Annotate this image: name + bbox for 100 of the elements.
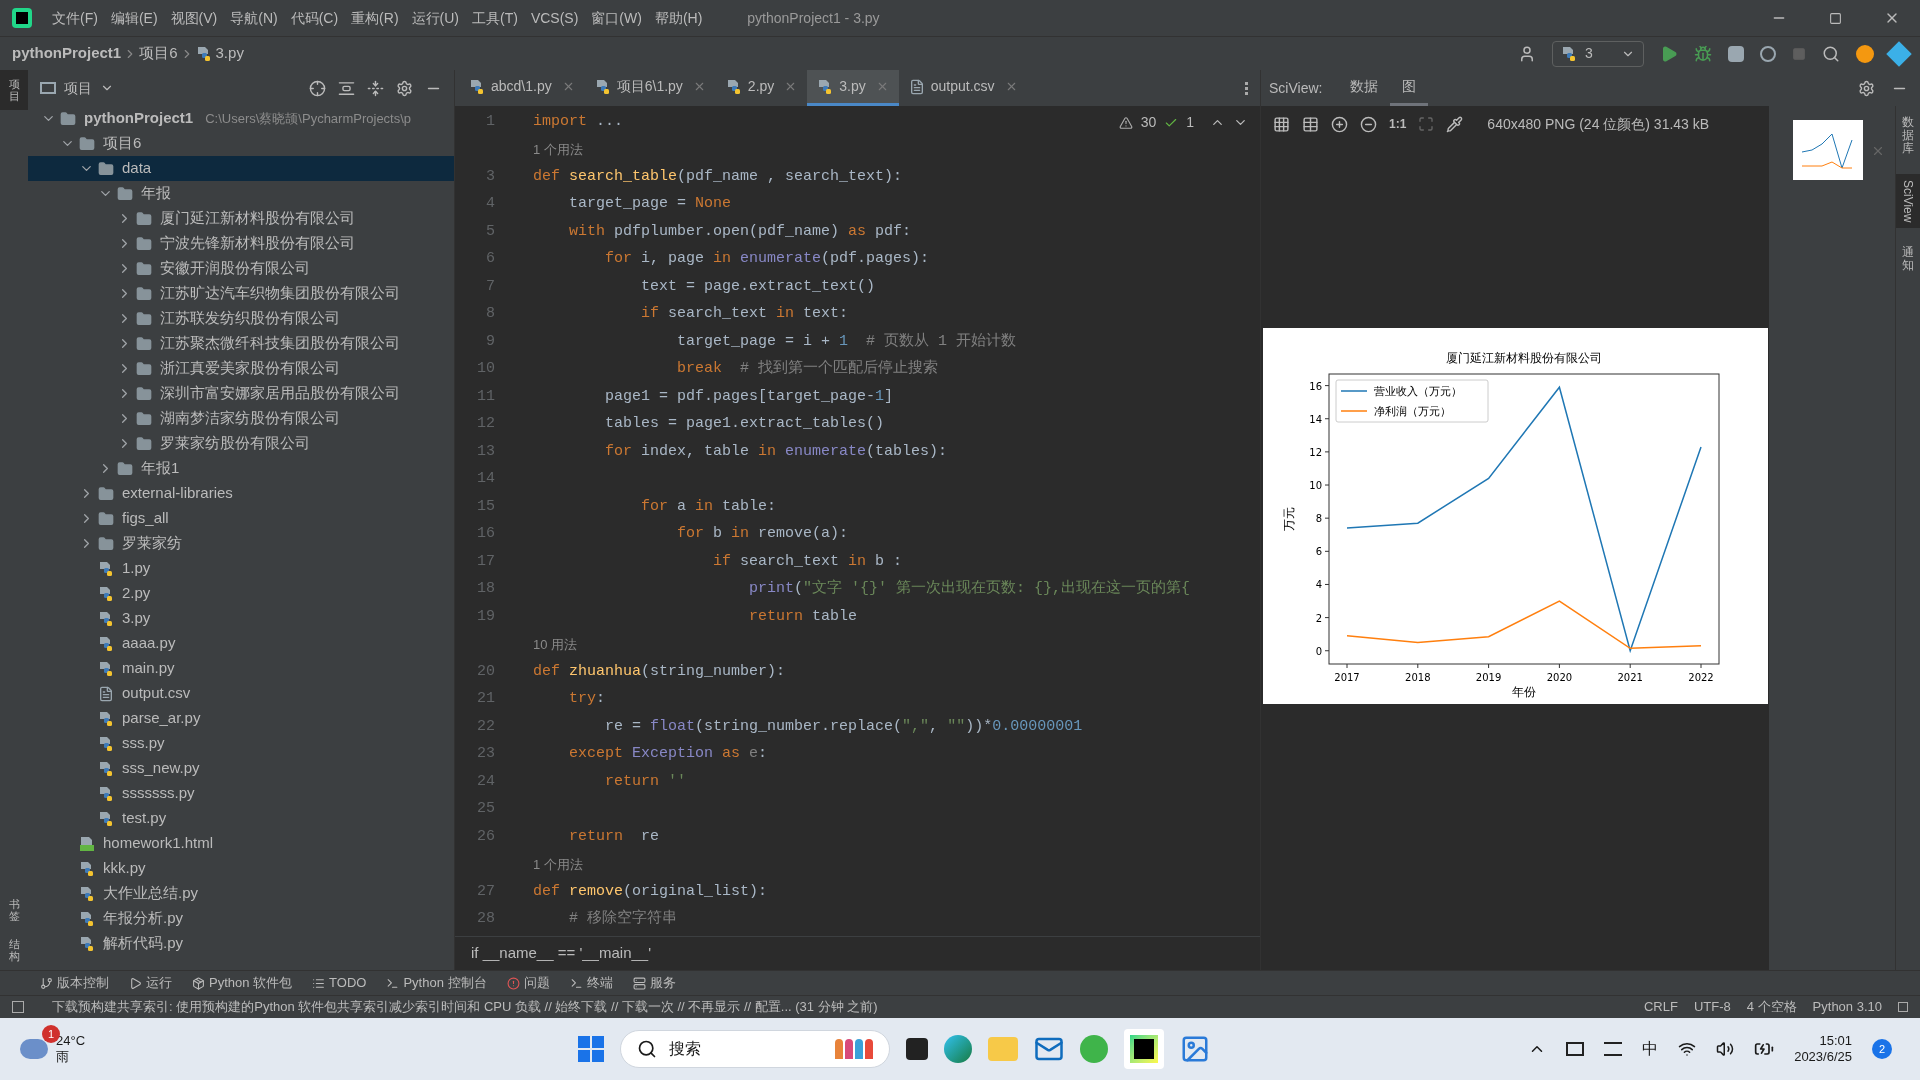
tree-item[interactable]: parse_ar.py <box>28 706 454 731</box>
menu-item[interactable]: 编辑(E) <box>110 7 158 29</box>
coverage-icon[interactable] <box>1728 45 1744 62</box>
tool-window-button[interactable]: 服务 <box>649 973 676 993</box>
status-item[interactable]: Python 3.10 <box>1812 997 1882 1017</box>
locate-icon[interactable] <box>309 79 326 97</box>
notification-badge[interactable]: 2 <box>1872 1039 1892 1059</box>
tool-window-icon[interactable] <box>40 976 53 990</box>
tool-window-tab[interactable]: SciView <box>1896 173 1920 229</box>
breadcrumb-item[interactable]: 项目6 <box>139 42 178 65</box>
status-item[interactable]: CRLF <box>1643 997 1678 1017</box>
browser-icon[interactable] <box>944 1035 973 1063</box>
settings-icon[interactable] <box>1858 79 1875 97</box>
run-icon[interactable] <box>1660 44 1678 63</box>
status-item[interactable]: UTF-8 <box>1693 997 1731 1017</box>
panel-title[interactable]: 项目 <box>64 77 92 99</box>
tray-app-icon[interactable] <box>1604 1042 1623 1056</box>
tray-app-icon[interactable] <box>1566 1042 1585 1056</box>
tree-item[interactable]: 江苏联发纺织股份有限公司 <box>28 306 454 331</box>
breadcrumb-item[interactable]: pythonProject1 <box>12 42 122 65</box>
settings-icon[interactable] <box>396 79 413 97</box>
usage-hint[interactable]: 1 个用法 <box>533 854 583 874</box>
tool-window-button[interactable]: 问题 <box>523 973 550 993</box>
tree-item[interactable]: data <box>28 156 454 181</box>
menu-item[interactable]: 帮助(H) <box>654 7 703 29</box>
menu-item[interactable]: 工具(T) <box>472 7 518 29</box>
tool-window-tab[interactable]: 书签 <box>0 889 28 930</box>
zoom-out-icon[interactable] <box>1360 115 1377 133</box>
tree-item[interactable]: sssssss.py <box>28 781 454 806</box>
tool-window-tab[interactable]: 结构 <box>0 929 28 970</box>
update-icon[interactable] <box>1856 44 1874 63</box>
tree-item[interactable]: 年报分析.py <box>28 906 454 931</box>
tree-item[interactable]: 宁波先锋新材料股份有限公司 <box>28 231 454 256</box>
tool-window-button[interactable]: 版本控制 <box>57 973 109 993</box>
tool-window-icon[interactable] <box>129 976 142 990</box>
weather-icon[interactable] <box>20 1039 48 1059</box>
tree-item[interactable]: 年报 <box>28 181 454 206</box>
account-icon[interactable] <box>1518 44 1536 63</box>
tool-window-button[interactable]: Python 软件包 <box>209 973 293 993</box>
menu-item[interactable]: 导航(N) <box>230 7 278 29</box>
tree-item[interactable]: 3.py <box>28 606 454 631</box>
tool-window-tab[interactable]: 数据库 <box>1896 110 1920 162</box>
panel-toggle-icon[interactable] <box>12 1001 24 1013</box>
menu-item[interactable]: 运行(U) <box>411 7 459 29</box>
grid-icon[interactable] <box>1302 115 1319 133</box>
breadcrumb-item[interactable]: 3.py <box>215 42 244 65</box>
warning-icon[interactable] <box>1118 115 1133 130</box>
debug-icon[interactable] <box>1694 44 1712 63</box>
photos-icon[interactable] <box>1180 1034 1211 1064</box>
tool-window-icon[interactable] <box>312 976 326 990</box>
tree-item[interactable]: 深圳市富安娜家居用品股份有限公司 <box>28 381 454 406</box>
editor-tab[interactable]: output.csv <box>898 70 1028 106</box>
tree-item[interactable]: 浙江真爱美家股份有限公司 <box>28 356 454 381</box>
tool-window-tab[interactable]: 通知 <box>1896 240 1920 279</box>
run-config-dropdown[interactable]: 3 <box>1552 40 1644 67</box>
menu-item[interactable]: 代码(C) <box>290 7 339 29</box>
menu-item[interactable]: 视图(V) <box>170 7 218 29</box>
usage-hint[interactable]: 1 个用法 <box>533 139 583 159</box>
start-icon[interactable] <box>578 1036 605 1062</box>
tree-item[interactable]: homework1.html <box>28 831 454 856</box>
tree-item[interactable]: 湖南梦洁家纺股份有限公司 <box>28 406 454 431</box>
editor-tab[interactable]: 3.py <box>807 70 899 106</box>
profile-icon[interactable] <box>1760 45 1776 62</box>
editor-breadcrumb[interactable]: if __name__ == '__main__' <box>471 942 652 965</box>
status-message[interactable]: 下载预构建共享索引: 使用预构建的Python 软件包共享索引减少索引时间和 CPU 负载 // 始终下载 // 下载一次 // 不再显示 // 配置... (31 分钟 之前) <box>52 997 878 1017</box>
task-view-icon[interactable] <box>906 1038 929 1060</box>
tool-window-button[interactable]: 终端 <box>586 973 613 993</box>
ide-icon[interactable] <box>1124 1029 1165 1069</box>
tool-window-icon[interactable] <box>569 976 583 990</box>
status-item[interactable]: 4 个空格 <box>1746 997 1797 1017</box>
menu-item[interactable]: VCS(S) <box>530 7 579 29</box>
zoom-in-icon[interactable] <box>1331 115 1348 133</box>
tool-window-button[interactable]: 运行 <box>146 973 172 993</box>
input-method-indicator[interactable]: 中 <box>1642 1037 1659 1061</box>
usage-hint[interactable]: 10 用法 <box>533 634 578 654</box>
tree-item[interactable]: 项目6 <box>28 131 454 156</box>
tree-item[interactable]: test.py <box>28 806 454 831</box>
tree-item[interactable]: 罗莱家纺 <box>28 531 454 556</box>
tree-item[interactable]: 罗莱家纺股份有限公司 <box>28 431 454 456</box>
tree-item[interactable]: 年报1 <box>28 456 454 481</box>
tree-item[interactable]: 厦门延江新材料股份有限公司 <box>28 206 454 231</box>
tree-item[interactable]: 1.py <box>28 556 454 581</box>
editor-tab[interactable]: 项目6\1.py <box>584 70 716 106</box>
tool-window-button[interactable]: Python 控制台 <box>403 973 487 993</box>
tree-item[interactable]: main.py <box>28 656 454 681</box>
editor-tab[interactable]: 2.py <box>715 70 808 106</box>
wifi-icon[interactable] <box>1678 1040 1697 1058</box>
actual-size-button[interactable]: 1:1 <box>1389 115 1407 133</box>
color-picker-icon[interactable] <box>1446 115 1464 133</box>
lock-icon[interactable] <box>1898 1002 1908 1012</box>
tree-item[interactable]: 大作业总结.py <box>28 881 454 906</box>
clock-time[interactable]: 15:01 <box>1819 1032 1852 1049</box>
sciview-tab[interactable]: 数据 <box>1338 70 1391 106</box>
editor-tab[interactable]: abcd\1.py <box>459 70 585 106</box>
menu-item[interactable]: 窗口(W) <box>591 7 642 29</box>
search-field[interactable]: 搜索 <box>620 1030 891 1068</box>
collapse-all-icon[interactable] <box>367 79 384 97</box>
menu-item[interactable]: 文件(F) <box>52 7 98 29</box>
tree-item[interactable]: 2.py <box>28 581 454 606</box>
clock-date[interactable]: 2023/6/25 <box>1794 1049 1852 1066</box>
